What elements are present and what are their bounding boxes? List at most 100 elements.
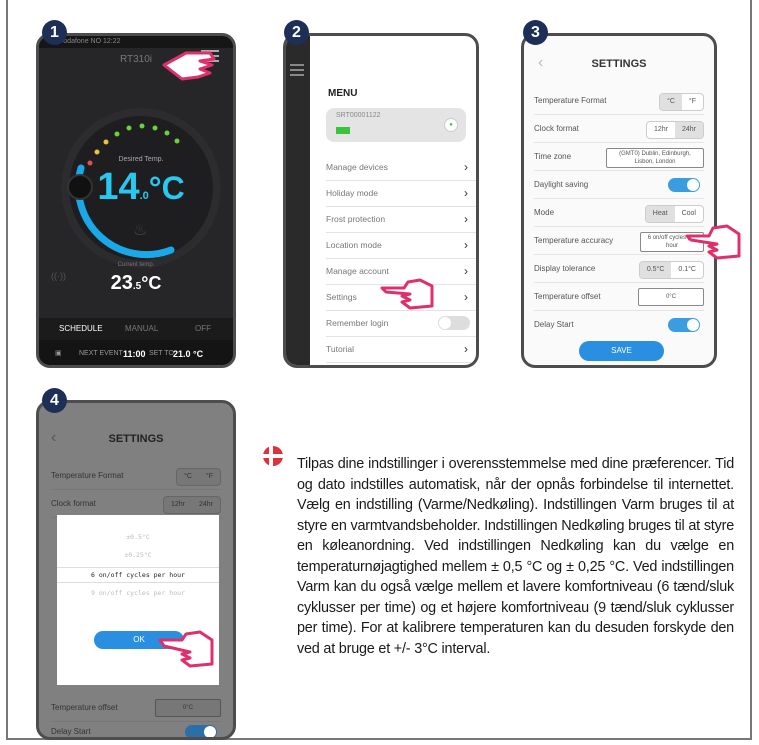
delay-start-toggle[interactable]	[668, 318, 700, 332]
option-fahrenheit[interactable]: °F	[199, 469, 220, 485]
chevron-right-icon: ›	[464, 290, 468, 304]
step-badge-3: 3	[523, 20, 548, 45]
settings-title: SETTINGS	[108, 433, 164, 445]
option-celsius[interactable]: °C	[177, 469, 199, 485]
row-temperature-accuracy: Temperature accuracy 6 on/off cycles per…	[534, 228, 704, 255]
menu-title: MENU	[328, 88, 358, 99]
row-temperature-format: Temperature Format °C °F	[534, 88, 704, 115]
mode-selector[interactable]: Heat Cool	[644, 205, 704, 223]
pointing-hand-icon	[158, 630, 214, 668]
settings-title: SETTINGS	[591, 58, 647, 70]
row-mode: Mode Heat Cool	[534, 200, 704, 227]
menu-item-label: Location mode	[326, 240, 382, 250]
menu-item-label: Tutorial	[326, 344, 355, 354]
calendar-icon: ▣	[55, 350, 62, 357]
pointing-hand-icon	[380, 278, 434, 310]
option-24hr[interactable]: 24hr	[674, 122, 703, 138]
device-card[interactable]: SRT00001122 ●	[326, 108, 466, 142]
option-cool[interactable]: Cool	[675, 206, 703, 222]
delay-start-toggle[interactable]	[185, 725, 217, 737]
tab-off[interactable]: OFF	[195, 324, 211, 333]
option-12hr[interactable]: 12hr	[164, 497, 192, 513]
remember-login-toggle[interactable]	[438, 316, 470, 330]
current-temp-label: Current temp.	[117, 262, 155, 268]
row-label: Time zone	[534, 152, 572, 161]
device-status-indicator	[336, 127, 350, 134]
option-12hr[interactable]: 12hr	[647, 122, 675, 138]
menu-item-label: Manage account	[326, 266, 389, 276]
menu-item-frost-protection[interactable]: Frost protection ›	[326, 206, 476, 233]
row-label: Clock format	[51, 499, 96, 508]
menu-item-tutorial[interactable]: Tutorial ›	[326, 336, 476, 363]
next-event-time: 11:00	[123, 349, 146, 359]
danish-flag-icon	[263, 446, 283, 466]
save-button[interactable]: SAVE	[579, 341, 664, 361]
menu-item-location-mode[interactable]: Location mode ›	[326, 232, 476, 259]
row-temperature-offset: Temperature offset 0°C	[534, 284, 704, 311]
hamburger-icon[interactable]	[290, 64, 304, 76]
step-badge-1: 1	[42, 20, 67, 45]
chevron-right-icon: ›	[464, 186, 468, 200]
phone-settings-screen: ‹ SETTINGS Temperature Format °C °F Clock…	[521, 33, 717, 368]
chevron-right-icon: ›	[464, 342, 468, 356]
menu-item-remember-login[interactable]: Remember login	[326, 310, 476, 337]
next-event-label: NEXT EVENT	[79, 350, 123, 357]
instructions-text: Tilpas dine indstillinger i overensstemm…	[297, 456, 734, 657]
chevron-right-icon: ›	[464, 160, 468, 174]
daylight-saving-toggle[interactable]	[668, 178, 700, 192]
option-fahrenheit[interactable]: °F	[682, 94, 703, 110]
menu-item-holiday-mode[interactable]: Holiday mode ›	[326, 180, 476, 207]
desired-temp-label: Desired Temp.	[118, 156, 164, 163]
set-to-label: SET TO	[149, 350, 174, 357]
menu-item-manage-devices[interactable]: Manage devices ›	[326, 154, 476, 181]
temperature-format-selector[interactable]: °C °F	[659, 93, 704, 111]
option-celsius[interactable]: °C	[660, 94, 682, 110]
row-label: Temperature Format	[51, 471, 124, 480]
pointing-hand-icon	[685, 224, 741, 260]
clock-format-selector[interactable]: 12hr 24hr	[162, 496, 221, 514]
row-label: Display tolerance	[534, 264, 596, 273]
row-label: Delay Start	[51, 727, 91, 736]
row-label: Clock format	[534, 124, 579, 133]
temperature-offset-field[interactable]: 0°C	[638, 288, 704, 306]
row-time-zone: Time zone (GMT0) Dublin, Edinburgh, Lisb…	[534, 144, 704, 171]
flame-icon: ♨	[133, 222, 148, 239]
set-to-value: 21.0 °C	[173, 349, 204, 359]
device-online-icon: ●	[444, 118, 458, 132]
chevron-right-icon: ›	[464, 212, 468, 226]
option-0-25[interactable]: ±0.25°C	[57, 551, 219, 559]
row-label: Delay Start	[534, 320, 574, 329]
row-label: Temperature accuracy	[534, 236, 614, 245]
option-0-5[interactable]: 0.5°C	[639, 262, 672, 278]
clock-format-selector[interactable]: 12hr 24hr	[645, 121, 704, 139]
desired-temp-value: 14.0°C	[97, 166, 185, 208]
step-badge-4: 4	[42, 388, 67, 413]
option-0-5[interactable]: ±0.5°C	[57, 533, 219, 541]
row-display-tolerance: Display tolerance 0.5°C 0.1°C	[534, 256, 704, 283]
temperature-dial[interactable]: Desired Temp. 14.0°C ♨	[61, 108, 221, 268]
row-label: Mode	[534, 208, 555, 217]
option-9-cycles[interactable]: 9 on/off cycles per hour	[57, 589, 219, 597]
option-24hr[interactable]: 24hr	[192, 497, 220, 513]
row-clock-format: Clock format 12hr 24hr	[534, 116, 704, 143]
temperature-offset-field[interactable]: 0°C	[155, 699, 221, 717]
option-heat[interactable]: Heat	[645, 206, 675, 222]
row-daylight-saving: Daylight saving	[534, 172, 704, 199]
next-event-bar: ▣ NEXT EVENT 11:00 SET TO 21.0 °C	[39, 340, 233, 365]
chevron-right-icon: ›	[464, 238, 468, 252]
menu-item-label: Holiday mode	[326, 188, 378, 198]
device-id: SRT00001122	[336, 112, 381, 119]
row-label: Daylight saving	[534, 180, 589, 189]
row-label: Temperature offset	[51, 703, 118, 712]
option-6-cycles[interactable]: 6 on/off cycles per hour	[57, 567, 219, 583]
row-label: Temperature offset	[534, 292, 601, 301]
option-0-1[interactable]: 0.1°C	[671, 262, 703, 278]
display-tolerance-selector[interactable]: 0.5°C 0.1°C	[638, 261, 704, 279]
time-zone-field[interactable]: (GMT0) Dublin, Edinburgh, Lisbon, London	[606, 148, 704, 168]
tab-manual[interactable]: MANUAL	[125, 324, 158, 333]
menu-item-label: Remember login	[326, 318, 389, 328]
tab-schedule[interactable]: SCHEDULE	[59, 324, 103, 333]
row-delay-start: Delay Start	[51, 719, 221, 737]
current-temp-value: 23.5°C	[110, 272, 162, 294]
temperature-format-selector[interactable]: °C °F	[176, 468, 221, 486]
